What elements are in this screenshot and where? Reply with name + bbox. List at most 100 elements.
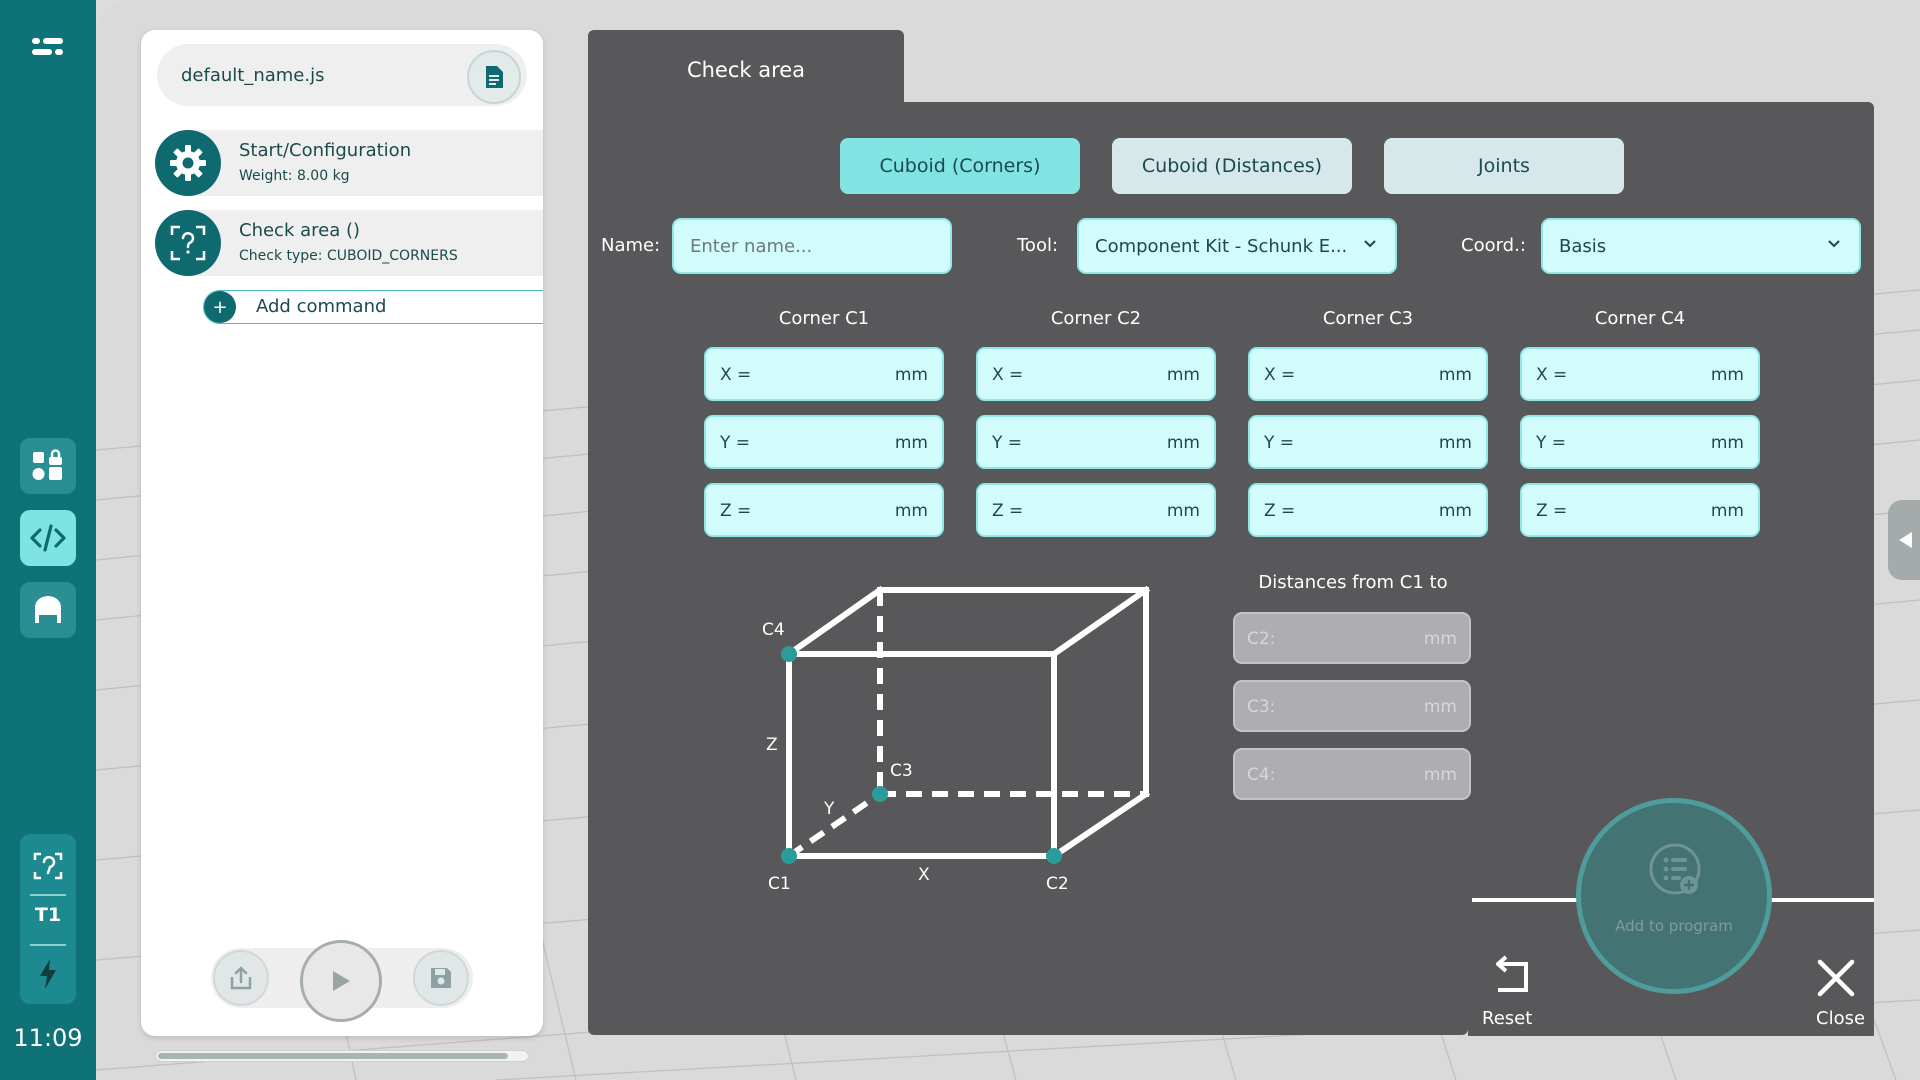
- program-panel: default_name.js Start/Configuration Weig…: [141, 30, 543, 1036]
- freedrive-button[interactable]: [20, 838, 76, 894]
- gear-icon: [155, 130, 221, 196]
- field-unit: mm: [1166, 365, 1200, 385]
- coord-label: Coord.:: [1461, 235, 1526, 256]
- code-button[interactable]: [20, 510, 76, 566]
- distance-c2-field: C2: mm: [1233, 612, 1471, 664]
- field-label: Z =: [992, 501, 1024, 521]
- label-y: Y: [823, 799, 835, 819]
- command-check-area[interactable]: Check area () Check type: CUBOID_CORNERS: [155, 210, 543, 276]
- chevron-left-icon: [1899, 532, 1912, 548]
- code-icon: [30, 524, 66, 552]
- save-button[interactable]: [413, 950, 469, 1006]
- scrollbar-thumb[interactable]: [158, 1053, 508, 1059]
- field-unit: mm: [1166, 433, 1200, 453]
- file-button[interactable]: [467, 50, 521, 104]
- distance-c4-field: C4: mm: [1233, 748, 1471, 800]
- front-face: [786, 651, 1057, 859]
- field-unit: mm: [1166, 501, 1200, 521]
- name-field[interactable]: Enter name...: [672, 218, 952, 274]
- field-unit: mm: [1438, 365, 1472, 385]
- field-label: X =: [720, 365, 752, 385]
- field-unit: mm: [1423, 697, 1457, 717]
- power-button[interactable]: [20, 952, 76, 996]
- c4-y-field[interactable]: Y = mm: [1520, 415, 1760, 469]
- file-name-bar[interactable]: default_name.js: [157, 44, 527, 106]
- field-unit: mm: [1710, 501, 1744, 521]
- c1-y-field[interactable]: Y = mm: [704, 415, 944, 469]
- play-icon: [333, 971, 350, 991]
- mode-label[interactable]: T1: [20, 904, 76, 926]
- mode-cuboid-distances-button[interactable]: Cuboid (Distances): [1112, 138, 1352, 194]
- corner-c3-dot: [872, 786, 888, 802]
- c2-z-field[interactable]: Z = mm: [976, 483, 1216, 537]
- corner-c2-dot: [1046, 848, 1062, 864]
- menu-icon[interactable]: [26, 30, 66, 64]
- hidden-depth-edge: [787, 791, 882, 859]
- command-title: Start/Configuration: [239, 140, 412, 161]
- c2-x-field[interactable]: X = mm: [976, 347, 1216, 401]
- label-c3: C3: [890, 761, 913, 781]
- field-label: Z =: [720, 501, 752, 521]
- command-title: Check area (): [239, 220, 360, 241]
- field-unit: mm: [1423, 629, 1457, 649]
- corner-c1-dot: [781, 848, 797, 864]
- chevron-down-icon: [1828, 240, 1840, 248]
- home-icon: [35, 596, 61, 623]
- add-list-icon: [1649, 843, 1701, 895]
- corner-c4-header: Corner C4: [1594, 308, 1686, 329]
- document-icon: [486, 66, 503, 88]
- command-subtitle: Weight: 8.00 kg: [239, 168, 350, 184]
- tool-value: Component Kit - Schunk E...: [1095, 235, 1348, 257]
- corner-c4-dot: [781, 646, 797, 662]
- command-start-configuration[interactable]: Start/Configuration Weight: 8.00 kg: [155, 130, 543, 196]
- freedrive-icon: [33, 852, 63, 880]
- field-unit: mm: [894, 365, 928, 385]
- c2-y-field[interactable]: Y = mm: [976, 415, 1216, 469]
- distance-c3-field: C3: mm: [1233, 680, 1471, 732]
- field-label: Z =: [1264, 501, 1296, 521]
- c3-x-field[interactable]: X = mm: [1248, 347, 1488, 401]
- tab-check-area[interactable]: Check area: [588, 30, 904, 110]
- name-label: Name:: [601, 235, 661, 256]
- export-button[interactable]: [213, 950, 269, 1006]
- add-command-button[interactable]: + Add command: [203, 290, 543, 324]
- rail-divider: [30, 894, 66, 896]
- reset-label: Reset: [1482, 1008, 1533, 1029]
- c4-z-field[interactable]: Z = mm: [1520, 483, 1760, 537]
- c3-y-field[interactable]: Y = mm: [1248, 415, 1488, 469]
- label-c1: C1: [768, 874, 791, 894]
- plus-icon: +: [204, 291, 236, 323]
- field-unit: mm: [1423, 765, 1457, 785]
- lightning-icon: [40, 959, 56, 989]
- play-button[interactable]: [300, 940, 382, 1022]
- clock: 11:09: [13, 1024, 83, 1052]
- distances-header: Distances from C1 to: [1258, 572, 1448, 593]
- tool-select[interactable]: Component Kit - Schunk E...: [1077, 218, 1397, 274]
- mode-joints-button[interactable]: Joints: [1384, 138, 1624, 194]
- label-c2: C2: [1046, 874, 1069, 894]
- field-label: Y =: [992, 433, 1023, 453]
- home-button[interactable]: [20, 582, 76, 638]
- horizontal-scrollbar[interactable]: [155, 1050, 529, 1062]
- field-label: Y =: [720, 433, 751, 453]
- add-to-program-button[interactable]: Add to program: [1576, 798, 1772, 994]
- coord-value: Basis: [1559, 235, 1607, 257]
- corner-c2-header: Corner C2: [1050, 308, 1142, 329]
- c1-x-field[interactable]: X = mm: [704, 347, 944, 401]
- command-subtitle: Check type: CUBOID_CORNERS: [239, 248, 458, 264]
- field-label: Z =: [1536, 501, 1568, 521]
- c4-x-field[interactable]: X = mm: [1520, 347, 1760, 401]
- add-command-label: Add command: [256, 296, 387, 317]
- field-unit: mm: [1710, 433, 1744, 453]
- corner-c3-header: Corner C3: [1322, 308, 1414, 329]
- c1-z-field[interactable]: Z = mm: [704, 483, 944, 537]
- rail-divider: [30, 944, 66, 946]
- coord-select[interactable]: Basis: [1541, 218, 1861, 274]
- apps-button[interactable]: [20, 438, 76, 494]
- side-panel-handle[interactable]: [1888, 500, 1920, 580]
- cuboid-diagram: C4 C3 C1 C2 X Y Z: [762, 585, 1151, 894]
- mode-cuboid-corners-button[interactable]: Cuboid (Corners): [840, 138, 1080, 194]
- field-label: X =: [1536, 365, 1568, 385]
- field-unit: mm: [1710, 365, 1744, 385]
- c3-z-field[interactable]: Z = mm: [1248, 483, 1488, 537]
